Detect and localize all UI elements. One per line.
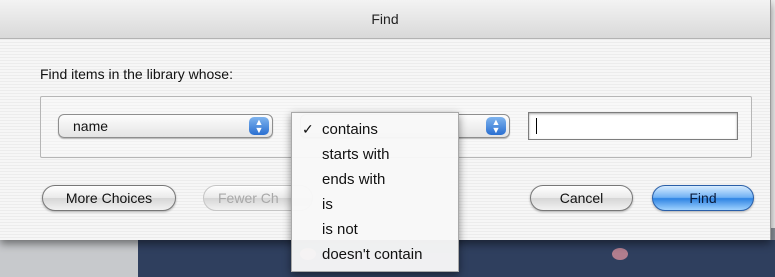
menu-item-starts-with[interactable]: starts with xyxy=(292,142,458,167)
find-prompt-label: Find items in the library whose: xyxy=(40,66,233,82)
menu-item-contains[interactable]: ✓ contains xyxy=(292,117,458,142)
search-value-input[interactable] xyxy=(528,112,738,140)
menu-item-label: is xyxy=(322,196,333,213)
field-popup[interactable]: name ▲ ▼ xyxy=(58,114,273,138)
popup-arrows-icon: ▲ ▼ xyxy=(249,117,269,135)
menu-item-label: ends with xyxy=(322,171,386,188)
menu-item-is-not[interactable]: is not xyxy=(292,217,458,242)
fewer-choices-label: Fewer Ch xyxy=(218,190,279,206)
more-choices-label: More Choices xyxy=(65,190,153,206)
menu-item-label: doesn't contain xyxy=(322,246,423,263)
more-choices-button[interactable]: More Choices xyxy=(42,185,176,211)
dialog-title: Find xyxy=(371,11,399,27)
text-caret xyxy=(536,118,537,134)
menu-item-label: is not xyxy=(322,221,358,238)
find-button[interactable]: Find xyxy=(652,185,754,211)
checkmark-icon: ✓ xyxy=(302,121,314,137)
cancel-label: Cancel xyxy=(559,190,604,206)
background-thumbnail xyxy=(612,248,628,260)
menu-item-doesnt-contain[interactable]: doesn't contain xyxy=(292,242,458,267)
find-label: Find xyxy=(689,190,717,206)
popup-arrows-icon: ▲ ▼ xyxy=(486,117,506,135)
dialog-titlebar: Find xyxy=(0,0,770,39)
menu-item-label: starts with xyxy=(322,146,390,163)
operator-dropdown-menu: ✓ contains starts with ends with is is n… xyxy=(291,112,459,272)
cancel-button[interactable]: Cancel xyxy=(530,185,633,211)
menu-item-label: contains xyxy=(322,121,378,138)
menu-item-ends-with[interactable]: ends with xyxy=(292,167,458,192)
menu-item-is[interactable]: is xyxy=(292,192,458,217)
field-popup-value: name xyxy=(73,118,109,134)
